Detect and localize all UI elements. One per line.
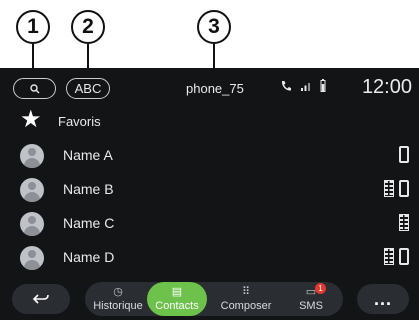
tab-label: SMS bbox=[299, 300, 323, 312]
callout-1: 1 bbox=[16, 10, 50, 44]
clock-icon: ◷ bbox=[113, 286, 123, 298]
favorites-row[interactable]: ★ Favoris bbox=[0, 105, 419, 139]
callout-3: 3 bbox=[197, 10, 231, 44]
contacts-icon: ▤ bbox=[171, 286, 183, 298]
tab-label: Composer bbox=[220, 300, 272, 312]
tab-bar: ◷ Historique ▤ Contacts ⠿ Composer ▭ 1 S… bbox=[85, 282, 343, 316]
tab-contacts[interactable]: ▤ Contacts bbox=[147, 282, 207, 316]
contact-name: Name C bbox=[63, 215, 115, 231]
phone-call-icon bbox=[281, 80, 291, 91]
favorites-label: Favoris bbox=[58, 114, 101, 129]
contact-row[interactable]: Name A bbox=[0, 138, 419, 172]
clock: 12:00 bbox=[361, 76, 412, 98]
search-icon bbox=[29, 83, 39, 93]
mobile-phone-icon bbox=[399, 248, 409, 265]
avatar-icon bbox=[20, 212, 44, 236]
avatar-icon bbox=[20, 178, 44, 202]
bottom-navigation: ◷ Historique ▤ Contacts ⠿ Composer ▭ 1 S… bbox=[0, 280, 419, 320]
avatar-icon bbox=[20, 246, 44, 270]
search-button[interactable] bbox=[13, 78, 56, 99]
callout-2: 2 bbox=[71, 10, 105, 44]
status-icons bbox=[280, 79, 326, 92]
number-types bbox=[384, 180, 409, 197]
tab-label: Historique bbox=[93, 300, 143, 312]
back-arrow-icon bbox=[32, 294, 49, 304]
phone-contacts-screen: ABC phone_75 12:00 ★ Favoris Name A Name… bbox=[0, 68, 419, 320]
signal-strength-icon bbox=[301, 82, 310, 91]
connected-phone-name: phone_75 bbox=[186, 81, 244, 96]
contact-name: Name A bbox=[63, 147, 113, 163]
dialpad-icon: ⠿ bbox=[241, 286, 251, 298]
alphabetical-sort-button[interactable]: ABC bbox=[66, 78, 110, 99]
more-options-button[interactable]: ... bbox=[357, 284, 409, 314]
landline-phone-icon bbox=[384, 248, 394, 265]
avatar-icon bbox=[20, 144, 44, 168]
tab-historique[interactable]: ◷ Historique bbox=[89, 282, 147, 316]
number-types bbox=[399, 214, 409, 231]
tab-composer[interactable]: ⠿ Composer bbox=[213, 282, 279, 316]
mobile-phone-icon bbox=[399, 146, 409, 163]
contact-name: Name D bbox=[63, 249, 115, 265]
contact-row[interactable]: Name C bbox=[0, 206, 419, 240]
contact-row[interactable]: Name B bbox=[0, 172, 419, 206]
landline-phone-icon bbox=[399, 214, 409, 231]
star-icon: ★ bbox=[20, 106, 42, 133]
contact-name: Name B bbox=[63, 181, 114, 197]
message-icon: ▭ bbox=[305, 286, 317, 298]
mobile-phone-icon bbox=[399, 180, 409, 197]
back-button[interactable] bbox=[12, 284, 70, 314]
unread-badge: 1 bbox=[315, 283, 326, 294]
contact-row[interactable]: Name D bbox=[0, 240, 419, 274]
landline-phone-icon bbox=[384, 180, 394, 197]
number-types bbox=[384, 248, 409, 265]
number-types bbox=[399, 146, 409, 163]
tab-sms[interactable]: ▭ 1 SMS bbox=[285, 282, 337, 316]
battery-icon bbox=[320, 79, 326, 92]
tab-label: Contacts bbox=[155, 300, 199, 312]
status-bar: ABC phone_75 12:00 bbox=[0, 68, 419, 106]
